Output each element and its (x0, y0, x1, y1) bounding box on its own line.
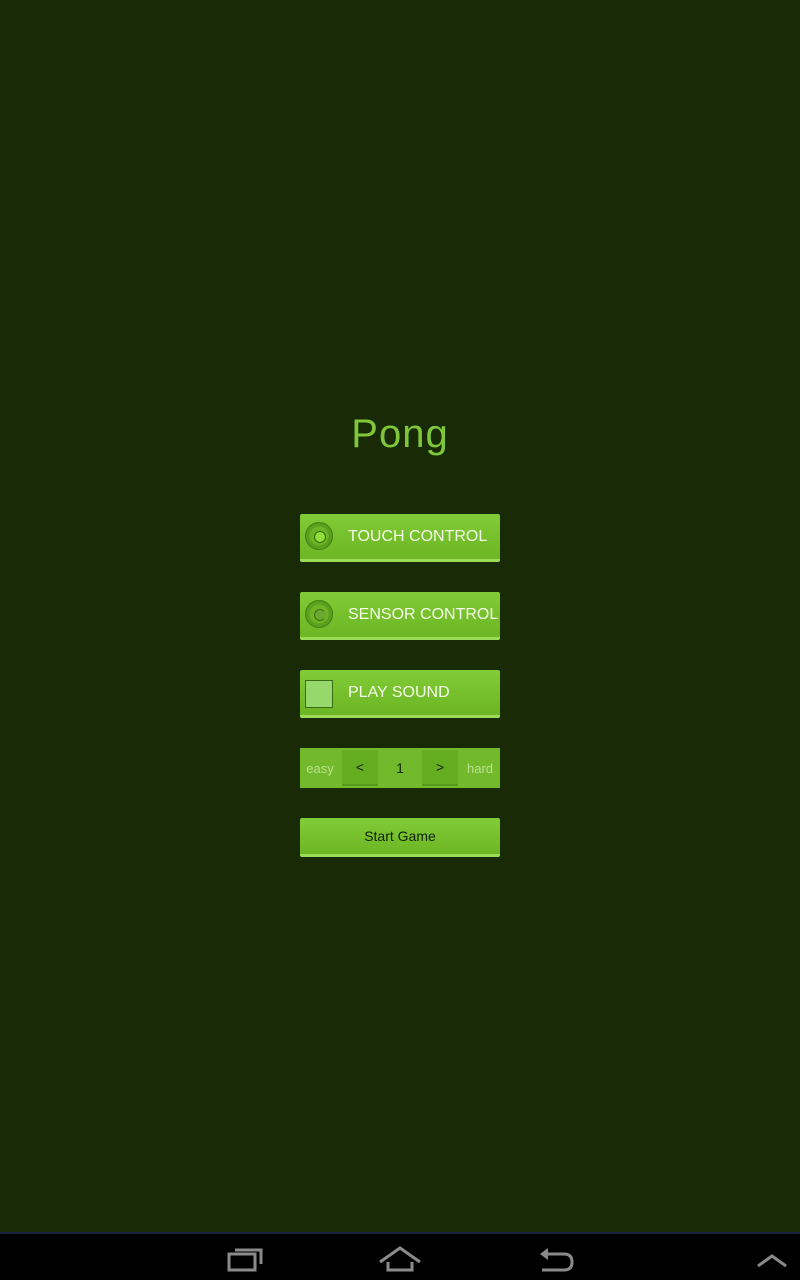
system-navigation-bar (0, 1232, 800, 1280)
play-sound-checkbox[interactable]: PLAY SOUND (300, 670, 500, 718)
expand-up-icon[interactable] (748, 1240, 796, 1276)
start-game-button[interactable]: Start Game (300, 818, 500, 857)
app-title: Pong (351, 412, 449, 456)
pong-settings-screen: Pong TOUCH CONTROL SENSOR CONTROL PLAY S… (0, 0, 800, 1280)
home-icon[interactable] (376, 1240, 424, 1276)
difficulty-easy-label: easy (306, 760, 334, 776)
difficulty-stepper: easy < 1 > hard (300, 748, 500, 788)
sensor-control-label: SENSOR CONTROL (348, 606, 499, 623)
radio-unselected-icon (305, 600, 333, 628)
back-icon[interactable] (532, 1240, 580, 1276)
checkbox-icon (305, 680, 333, 708)
touch-control-label: TOUCH CONTROL (348, 528, 488, 545)
difficulty-hard-label: hard (466, 760, 494, 776)
difficulty-increment-button[interactable]: > (422, 750, 458, 786)
difficulty-value: 1 (396, 760, 404, 776)
radio-selected-icon (305, 522, 333, 550)
difficulty-decrement-button[interactable]: < (342, 750, 378, 786)
sensor-control-radio[interactable]: SENSOR CONTROL (300, 592, 500, 640)
touch-control-radio[interactable]: TOUCH CONTROL (300, 514, 500, 562)
recent-apps-icon[interactable] (221, 1240, 269, 1276)
play-sound-label: PLAY SOUND (348, 684, 450, 701)
